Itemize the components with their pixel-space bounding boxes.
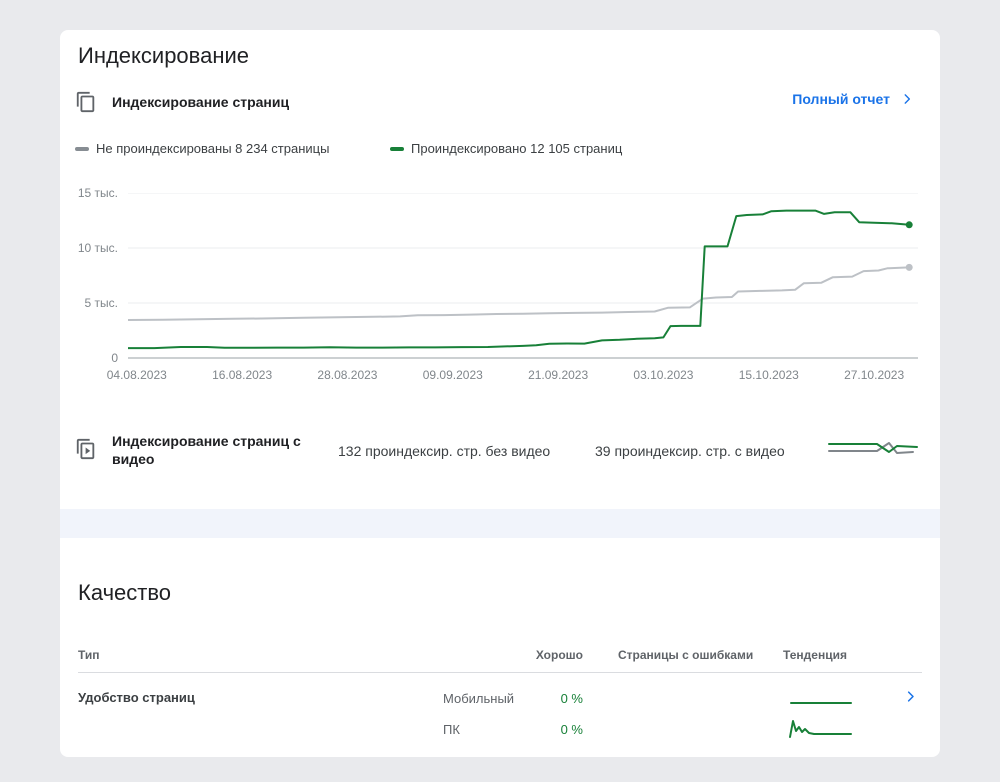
legend-swatch-green [390, 147, 404, 151]
x-tick-label: 28.08.2023 [302, 368, 392, 382]
row-device-mobile: Мобильный [443, 691, 514, 706]
x-tick-label: 21.09.2023 [513, 368, 603, 382]
x-tick-label: 27.10.2023 [829, 368, 919, 382]
chart-line-Проиндексировано [128, 211, 909, 349]
column-header-good: Хорошо [536, 648, 583, 662]
trend-sparkline-mobile [788, 693, 854, 715]
table-header-divider [78, 672, 922, 673]
chart-x-axis: 04.08.202316.08.202328.08.202309.09.2023… [128, 368, 918, 384]
legend-item-not-indexed[interactable]: Не проиндексированы 8 234 страницы [75, 141, 329, 156]
legend-swatch-gray [75, 147, 89, 151]
video-indexing-label: Индексирование страниц с видео [112, 432, 317, 468]
legend-label-not-indexed: Не проиндексированы 8 234 страницы [96, 141, 329, 156]
legend-item-indexed[interactable]: Проиндексировано 12 105 страниц [390, 141, 622, 156]
chart-endpoint-dot [906, 221, 913, 228]
x-tick-label: 03.10.2023 [618, 368, 708, 382]
row-detail-chevron-icon[interactable] [903, 689, 918, 704]
page-background: { "indexing": { "title": "Индексирование… [0, 0, 1000, 782]
x-tick-label: 04.08.2023 [92, 368, 182, 382]
full-report-link-label: Полный отчет [792, 91, 890, 107]
pages-icon [75, 91, 97, 113]
page-indexing-label: Индексирование страниц [112, 94, 289, 110]
y-tick-label: 10 тыс. [78, 241, 118, 255]
chevron-right-icon [900, 92, 914, 106]
row-good-mobile: 0 % [561, 691, 583, 706]
row-type-label: Удобство страниц [78, 690, 195, 705]
overview-card: Индексирование Индексирование страниц По… [60, 30, 940, 757]
y-tick-label: 0 [111, 351, 118, 365]
y-tick-label: 5 тыс. [85, 296, 118, 310]
quality-section-title: Качество [78, 580, 171, 606]
video-pages-icon [75, 438, 97, 460]
x-tick-label: 16.08.2023 [197, 368, 287, 382]
row-good-desktop: 0 % [561, 722, 583, 737]
column-header-error-pages: Страницы с ошибками [618, 648, 753, 662]
video-stat-with: 39 проиндексир. стр. с видео [595, 443, 785, 459]
section-separator-strip [60, 509, 940, 538]
legend-label-indexed: Проиндексировано 12 105 страниц [411, 141, 622, 156]
x-tick-label: 09.09.2023 [408, 368, 498, 382]
x-tick-label: 15.10.2023 [724, 368, 814, 382]
row-device-desktop: ПК [443, 722, 460, 737]
video-stat-without: 132 проиндексир. стр. без видео [338, 443, 550, 459]
indexing-line-chart[interactable] [128, 193, 918, 359]
chart-line-Не проиндексированы [128, 267, 909, 320]
chart-y-axis: 05 тыс.10 тыс.15 тыс. [60, 193, 118, 359]
video-indexing-sparkline [825, 435, 920, 465]
column-header-type: Тип [78, 648, 100, 662]
trend-sparkline-desktop [788, 713, 854, 741]
chart-endpoint-dot [906, 264, 913, 271]
full-report-link[interactable]: Полный отчет [792, 91, 914, 107]
indexing-section-title: Индексирование [78, 43, 249, 69]
y-tick-label: 15 тыс. [78, 186, 118, 200]
column-header-trend: Тенденция [783, 648, 847, 662]
sparkline-path [790, 721, 851, 737]
